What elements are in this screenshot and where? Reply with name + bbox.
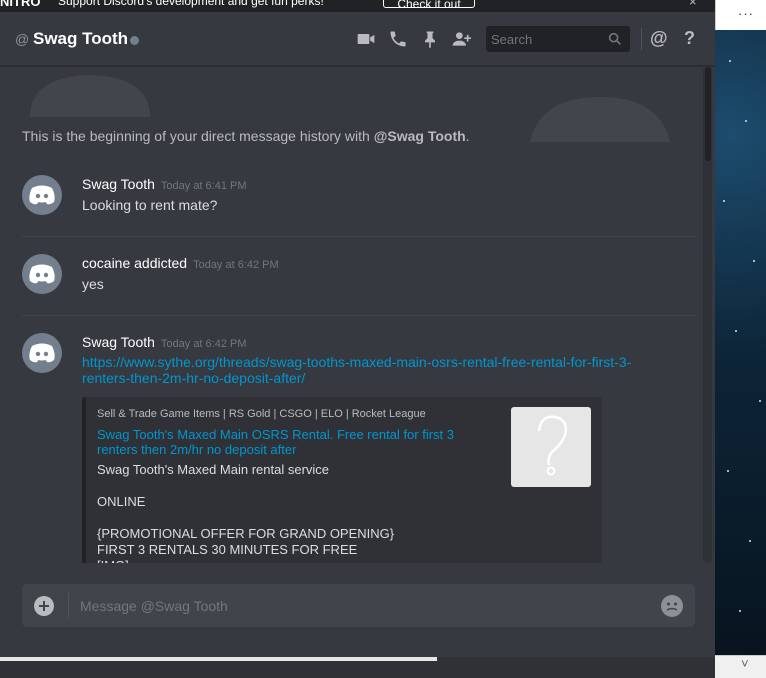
message-input[interactable] (80, 584, 650, 627)
chevron-down-icon[interactable]: ˅ (741, 656, 749, 671)
emoji-picker-icon[interactable] (661, 595, 683, 617)
composer-divider (68, 593, 69, 618)
search-icon[interactable] (607, 31, 623, 47)
video-call-icon[interactable] (356, 29, 376, 49)
embed-provider[interactable]: Sell & Trade Game Items | RS Gold | CSGO… (97, 408, 426, 420)
discord-window: NITRO Support Discord's development and … (0, 0, 715, 657)
channel-header: @ Swag Tooth @ ? (0, 12, 715, 66)
scrollbar-thumb[interactable] (705, 67, 711, 161)
link-embed: Sell & Trade Game Items | RS Gold | CSGO… (82, 397, 602, 563)
voice-call-icon[interactable] (388, 29, 408, 49)
message-timestamp: Today at 6:42 PM (193, 259, 279, 271)
mentions-icon[interactable]: @ (650, 28, 670, 48)
discord-logo-watermark-icon (30, 75, 150, 117)
nitro-notice-bar: NITRO Support Discord's development and … (0, 0, 715, 12)
question-mark-icon (537, 415, 568, 476)
header-divider (641, 28, 642, 50)
add-friend-icon[interactable] (451, 29, 471, 49)
message-timestamp: Today at 6:42 PM (160, 338, 247, 350)
embed-description: Swag Tooth's Maxed Main rental service O… (97, 462, 395, 563)
browser-menu-icon[interactable]: ··· (738, 6, 754, 21)
discord-logo-watermark-icon (530, 97, 670, 142)
discord-default-avatar-icon (29, 343, 55, 363)
discord-default-avatar-icon (29, 264, 55, 284)
avatar[interactable] (22, 333, 62, 373)
message-list[interactable]: This is the beginning of your direct mes… (0, 67, 715, 563)
check-it-out-button[interactable]: Check it out (383, 0, 475, 11)
browser-toolbar-fragment: ··· (715, 0, 766, 30)
notice-text: Support Discord's development and get fu… (58, 0, 324, 8)
discord-default-avatar-icon (29, 185, 55, 205)
message-author[interactable]: cocaine addicted Today at 6:42 PM (82, 255, 279, 271)
search-box[interactable] (486, 26, 630, 52)
message-author[interactable]: Swag Tooth Today at 6:42 PM (82, 334, 247, 350)
pin-icon[interactable] (420, 29, 440, 49)
browser-statusbar-fragment: ˅ (715, 655, 766, 678)
upload-plus-icon[interactable] (34, 596, 54, 616)
embed-title-link[interactable]: Swag Tooth's Maxed Main OSRS Rental. Fre… (97, 427, 477, 457)
dm-history-start-text: This is the beginning of your direct mes… (22, 128, 470, 144)
message-divider (22, 315, 695, 316)
author-name[interactable]: cocaine addicted (82, 255, 187, 271)
message-divider (22, 236, 695, 237)
help-icon[interactable]: ? (684, 28, 704, 48)
search-input[interactable] (486, 26, 604, 52)
author-name[interactable]: Swag Tooth (82, 334, 155, 350)
nitro-brand: NITRO (0, 0, 41, 9)
dm-recipient-name[interactable]: Swag Tooth (33, 29, 128, 49)
avatar[interactable] (22, 254, 62, 294)
embed-thumbnail[interactable] (511, 407, 591, 487)
welcome-suffix: . (465, 128, 470, 144)
message-timestamp: Today at 6:41 PM (160, 180, 247, 192)
welcome-prefix: This is the beginning of your direct mes… (22, 128, 374, 144)
avatar[interactable] (22, 175, 62, 215)
welcome-user-mention: @Swag Tooth (373, 128, 466, 144)
window-bottom-edge (0, 657, 715, 678)
message-author[interactable]: Swag Tooth Today at 6:41 PM (82, 176, 247, 192)
close-icon[interactable]: × (689, 0, 697, 9)
desktop-background (715, 0, 766, 678)
message-text: Looking to rent mate? (82, 197, 218, 213)
message-link[interactable]: https://www.sythe.org/threads/swag-tooth… (82, 354, 642, 386)
offline-status-icon (130, 36, 139, 45)
taskbar-fragment (0, 657, 437, 661)
message-composer (22, 584, 695, 627)
author-name[interactable]: Swag Tooth (82, 176, 155, 192)
at-icon: @ (15, 31, 30, 47)
message-text: yes (82, 276, 104, 292)
